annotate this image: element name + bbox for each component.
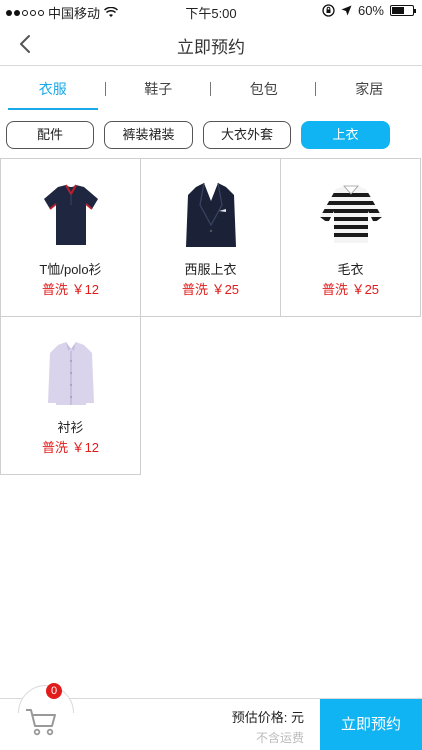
item-name: 西服上衣 (184, 262, 237, 277)
shopping-cart-icon (26, 709, 56, 736)
estimated-price: 预估价格: 元 (231, 710, 304, 725)
suit-jacket-icon (186, 182, 236, 247)
tab-divider (210, 82, 211, 96)
item-price: 普洗 ￥12 (41, 440, 100, 455)
item-card-polo[interactable]: T恤/polo衫 普洗 ￥12 (0, 158, 141, 317)
page-title: 立即预约 (177, 38, 245, 57)
book-now-button[interactable]: 立即预约 (320, 699, 422, 750)
nav-bar: 立即预约 (0, 22, 422, 66)
location-arrow-icon (341, 5, 352, 16)
item-name: T恤/polo衫 (39, 262, 102, 277)
bottom-bar: 0 预估价格: 元 不含运费 立即预约 (0, 683, 422, 750)
chip-accessories[interactable]: 配件 (6, 121, 94, 149)
polo-shirt-icon (44, 184, 98, 245)
orientation-lock-icon (322, 4, 335, 17)
item-price: 普洗 ￥25 (321, 282, 380, 297)
status-right: 60% (322, 3, 416, 18)
cart-count-badge: 0 (46, 683, 62, 699)
chip-tops[interactable]: 上衣 (301, 121, 390, 149)
item-card-shirt[interactable]: 衬衫 普洗 ￥12 (0, 316, 141, 475)
tab-divider (315, 82, 316, 96)
tab-bags[interactable]: 包包 (211, 70, 317, 112)
item-price: 普洗 ￥25 (181, 282, 240, 297)
tab-clothes[interactable]: 衣服 (0, 70, 106, 112)
battery-percent: 60% (357, 3, 384, 18)
dress-shirt-icon (48, 342, 94, 405)
sweater-icon (320, 185, 382, 243)
category-tabs: 衣服 鞋子 包包 家居 (0, 70, 422, 112)
status-bar: 中国移动 下午5:00 60% (0, 0, 422, 22)
item-name: 衬衫 (57, 420, 84, 435)
tab-home[interactable]: 家居 (317, 70, 422, 112)
tab-divider (105, 82, 106, 96)
item-price: 普洗 ￥12 (41, 282, 100, 297)
battery-icon (390, 5, 416, 16)
chip-coats[interactable]: 大衣外套 (203, 121, 291, 149)
cart-button[interactable]: 0 (18, 683, 74, 749)
tab-shoes[interactable]: 鞋子 (106, 70, 212, 112)
chip-pants-skirts[interactable]: 裤装裙装 (104, 121, 193, 149)
shipping-note: 不含运费 (255, 731, 304, 745)
item-name: 毛衣 (337, 262, 364, 277)
item-card-suit[interactable]: 西服上衣 普洗 ￥25 (140, 158, 281, 317)
item-card-sweater[interactable]: 毛衣 普洗 ￥25 (280, 158, 421, 317)
subcategory-chips: 配件 裤装裙装 大衣外套 上衣 (6, 121, 390, 149)
